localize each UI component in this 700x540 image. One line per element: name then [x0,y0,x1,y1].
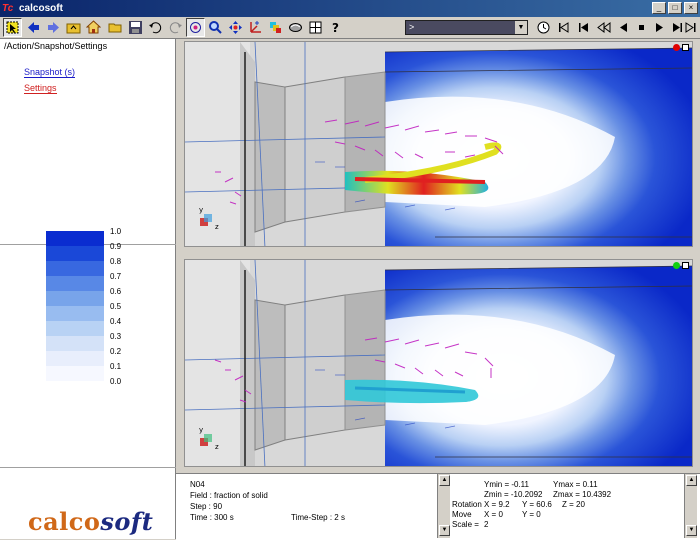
legend-label: 0.7 [110,272,122,281]
panel-divider [0,467,176,468]
legend-swatch [46,261,104,276]
legend-label: 0.2 [110,347,122,356]
step-back-icon[interactable] [574,18,593,37]
viewport-bottom[interactable]: y z [184,259,693,467]
legend-label: 1.0 [110,227,122,236]
legend-swatch [46,351,104,366]
rotation-y: Y = 60.6 [522,500,552,509]
scroll-down-icon[interactable]: ▼ [686,525,697,536]
scroll-up-icon[interactable]: ▲ [439,475,450,486]
status-scrollbar[interactable]: ▲ ▼ [437,474,450,538]
zoom-icon[interactable] [206,18,225,37]
calcosoft-logo: calcosoft [28,507,154,536]
help-icon[interactable]: ? [326,18,345,37]
legend-label: 0.5 [110,302,122,311]
maximize-view-icon[interactable] [682,44,689,51]
zmin-value: Zmin = -10.2092 [484,490,543,499]
legend-label: 0.8 [110,257,122,266]
simulation-render-bottom: y z [185,260,692,466]
legend-swatch [46,336,104,351]
redo-icon[interactable] [166,18,185,37]
legend-swatch [46,246,104,261]
legend-swatch [46,366,104,381]
status-indicator [673,262,680,269]
toolbar: ? > ▼ [0,17,700,39]
time-step-label: Time-Step : 2 s [291,513,345,522]
field-label: Field : fraction of solid [190,491,268,500]
legend-label: 0.0 [110,377,122,386]
time-label: Time : 300 s [190,513,234,522]
first-frame-icon[interactable] [554,18,573,37]
maximize-button[interactable]: □ [668,2,682,14]
legend-swatch [46,291,104,306]
rotate-view-icon[interactable] [186,18,205,37]
last-frame-icon[interactable] [684,18,699,37]
window-title: calcosoft [19,3,63,14]
undo-icon[interactable] [146,18,165,37]
step-label: Step : 90 [190,502,223,511]
legend-label: 0.9 [110,242,122,251]
legend-swatch [46,231,104,246]
svg-text:z: z [215,223,219,231]
back-arrow-icon[interactable] [24,18,43,37]
legend-label: 0.4 [110,317,122,326]
legend-label: 0.6 [110,287,122,296]
stop-icon[interactable] [632,18,651,37]
ymin-value: Ymin = -0.11 [484,480,529,489]
layers-icon[interactable] [266,18,285,37]
rotation-z: Z = 20 [562,500,585,509]
save-icon[interactable] [126,18,145,37]
viewport-top[interactable]: y z [184,41,693,247]
minimize-button[interactable]: _ [652,2,666,14]
legend-swatch [46,276,104,291]
axes-icon[interactable] [246,18,265,37]
legend-swatch [46,306,104,321]
clock-icon[interactable] [534,18,553,37]
rotation-label: Rotation [452,500,482,509]
app-icon: Tc [2,2,14,14]
title-bar: Tc calcosoft _ □ × [0,0,700,17]
folder-up-icon[interactable] [64,18,83,37]
snapshot-link[interactable]: Snapshot (s) [24,67,76,78]
legend-label: 0.1 [110,362,122,371]
close-button[interactable]: × [684,2,698,14]
scroll-down-icon[interactable]: ▼ [439,525,450,536]
chevron-down-icon[interactable]: ▼ [515,21,527,34]
legend-swatch [46,321,104,336]
play-icon[interactable] [650,18,669,37]
viewport-splitter[interactable] [176,250,700,256]
color-legend: 1.0 0.9 0.8 0.7 0.6 0.5 0.4 0.3 0.2 0.1 0.0 [46,227,121,386]
open-folder-icon[interactable] [106,18,125,37]
simulation-render-top: y z [185,42,692,246]
maximize-view-icon[interactable] [682,262,689,269]
navigation-path: /Action/Snapshot/Settings [4,41,108,51]
forward-arrow-icon[interactable] [44,18,63,37]
svg-text:y: y [199,426,203,434]
scroll-up-icon[interactable]: ▲ [686,475,697,486]
cut-plane-icon[interactable] [286,18,305,37]
status-indicator [673,44,680,51]
pan-icon[interactable] [226,18,245,37]
ymax-value: Ymax = 0.11 [553,480,598,489]
scale-value: 2 [484,520,489,529]
svg-text:y: y [199,206,203,214]
zmax-value: Zmax = 10.4392 [553,490,612,499]
play-back-icon[interactable] [614,18,633,37]
home-icon[interactable] [84,18,103,37]
select-icon[interactable] [3,18,22,37]
view-select[interactable]: > ▼ [405,20,528,35]
move-y: Y = 0 [522,510,541,519]
rewind-icon[interactable] [594,18,613,37]
svg-text:z: z [215,443,219,451]
status-scrollbar[interactable]: ▲ ▼ [684,474,697,538]
rotation-x: X = 9.2 [484,500,510,509]
grid-icon[interactable] [306,18,325,37]
settings-link[interactable]: Settings [24,83,57,94]
svg-text:?: ? [332,21,339,35]
move-x: X = 0 [484,510,503,519]
model-name: N04 [190,480,205,489]
move-label: Move [452,510,472,519]
legend-label: 0.3 [110,332,122,341]
scale-label: Scale = [452,520,479,529]
